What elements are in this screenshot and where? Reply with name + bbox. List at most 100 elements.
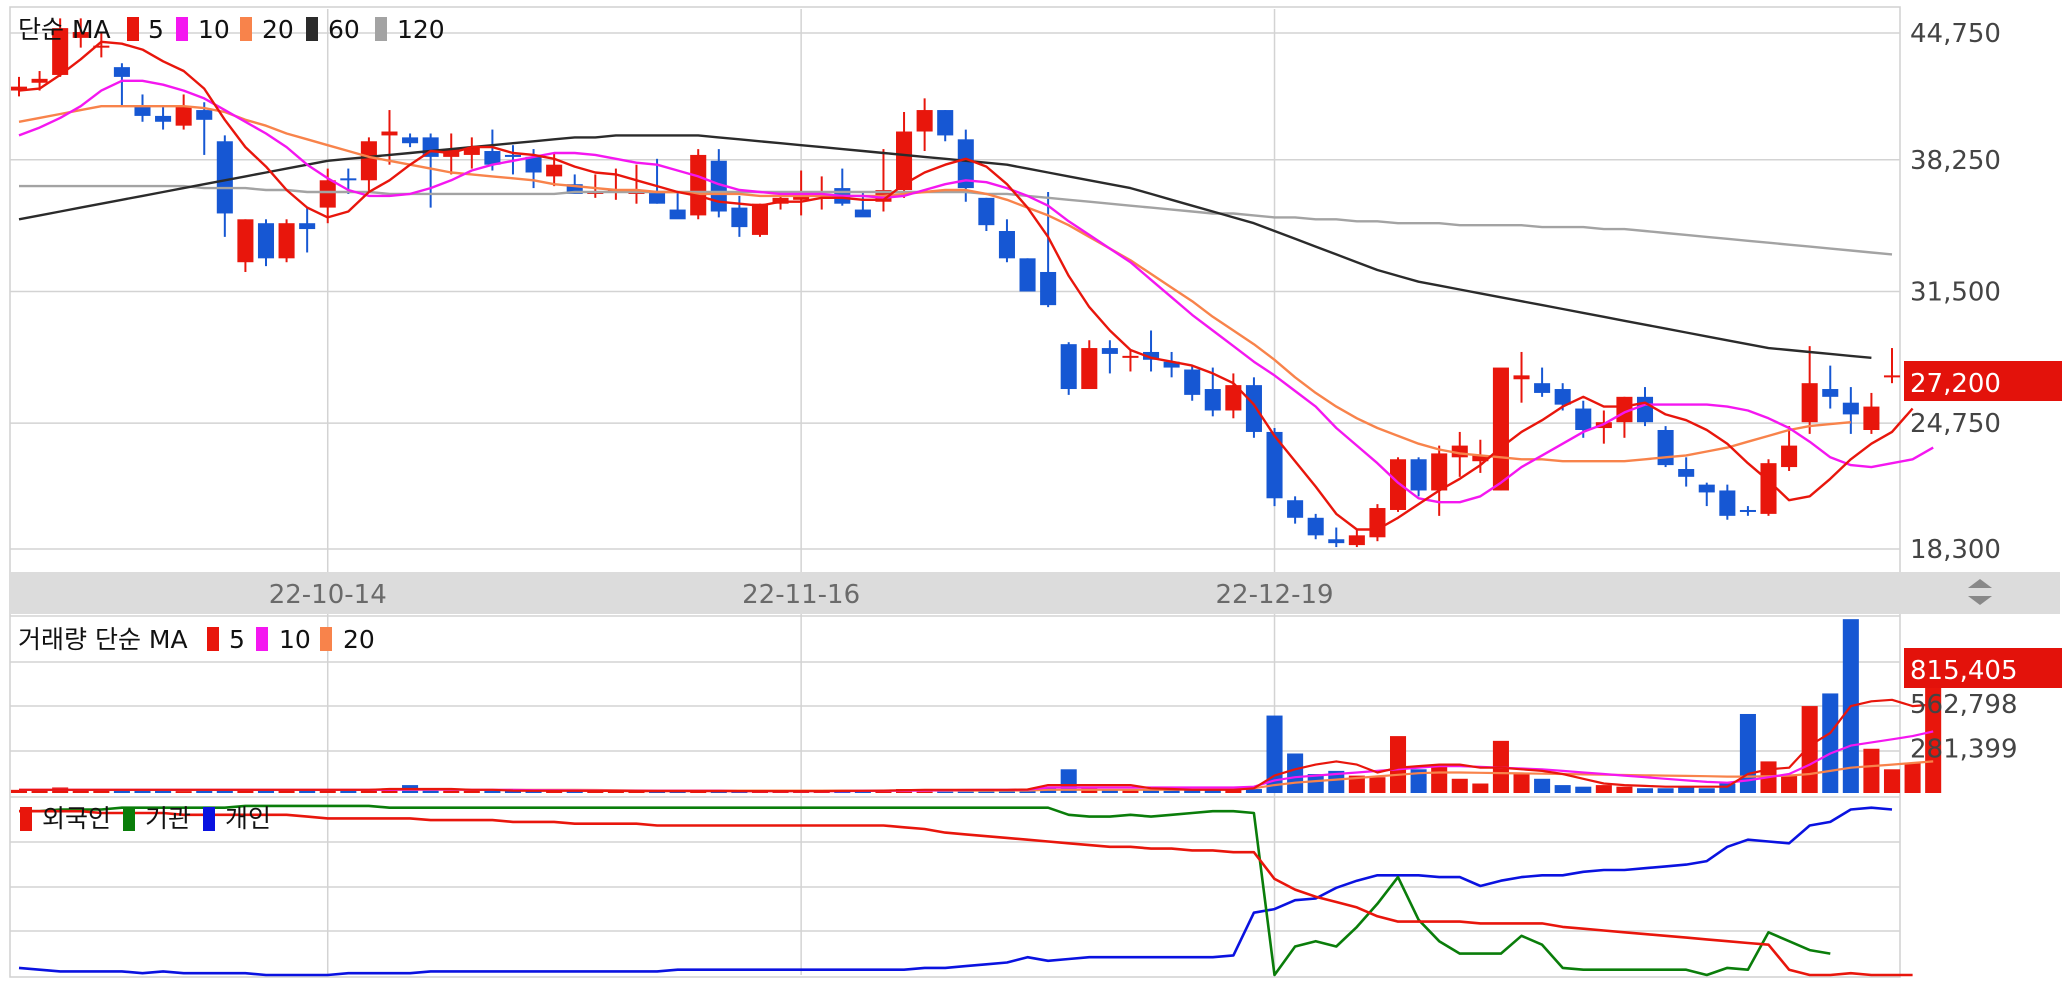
candle-body (1678, 469, 1695, 477)
ma5-swatch (127, 17, 139, 41)
candle-body (978, 197, 995, 226)
candle-body (1431, 453, 1448, 491)
candle-body (1348, 535, 1365, 546)
investor-grid (10, 796, 1900, 932)
vol-ma10-legend-label: 10 (279, 625, 311, 654)
stock-chart: 44,750 38,250 31,500 24,750 18,300 단순 MA 5 1… (9, 6, 2062, 978)
price-legend-prefix: 단순 MA (18, 15, 111, 44)
candle-body (1040, 271, 1057, 306)
vol-ma20-legend-label: 20 (343, 625, 375, 654)
candle-body (916, 110, 933, 132)
volume-bar (1451, 778, 1468, 793)
candle-body (1245, 385, 1262, 432)
candle-body (1575, 408, 1592, 430)
candle-body (937, 110, 954, 136)
candle-body (1369, 508, 1386, 538)
candle-body (1019, 258, 1036, 292)
volume-bar (340, 790, 357, 793)
vol-ma10-swatch (256, 627, 268, 651)
volume-bar (1698, 788, 1715, 793)
price-tick-label: 18,300 (1910, 535, 2001, 565)
candle-body (1719, 490, 1736, 516)
candle-body (196, 110, 213, 120)
ma5-line (18, 40, 1914, 531)
candle-body (1781, 445, 1798, 468)
candle-body (1307, 517, 1324, 536)
volume-bar (1883, 769, 1901, 793)
volume-bar (1554, 785, 1571, 793)
volume-bar (134, 790, 151, 793)
candle-body (1122, 355, 1139, 358)
candle-body (1287, 500, 1304, 518)
vol-ma5-legend-label: 5 (229, 625, 245, 654)
time-tick-label: 22-10-14 (269, 580, 387, 610)
volume-bar (1431, 764, 1448, 793)
price-series (10, 18, 1934, 548)
institution-legend-label: 기관 (145, 804, 191, 833)
volume-bar (1287, 753, 1304, 793)
candle-body (237, 219, 254, 263)
candle-body (1842, 402, 1859, 415)
candle-body (360, 141, 377, 181)
volume-bar (155, 790, 172, 793)
price-tick-label: 24,750 (1910, 409, 2001, 439)
volume-bar (175, 791, 192, 793)
candle-body (751, 203, 768, 235)
candle-body (1534, 383, 1551, 393)
investor-legend: 외국인 기관 개인 (20, 804, 271, 833)
volume-bar (1781, 775, 1798, 793)
price-legend: 단순 MA 5 10 20 60 120 (18, 15, 445, 44)
candle-body (649, 191, 666, 204)
ma10-swatch (176, 17, 188, 41)
volume-legend: 거래량 단순 MA 5 10 20 (18, 625, 375, 654)
candle-body (216, 141, 233, 214)
candle-body (1636, 396, 1654, 423)
individual-swatch (203, 807, 215, 831)
candle-body (1513, 375, 1530, 380)
current-price-badge: 27,200 (1904, 361, 2062, 401)
price-tick-label: 38,250 (1910, 146, 2001, 176)
candle-body (113, 67, 130, 77)
candle-body (1204, 389, 1221, 411)
volume-tick-label: 281,399 (1910, 735, 2018, 765)
ma60-line (18, 134, 1872, 359)
price-tick-label: 44,750 (1910, 19, 2001, 49)
candle-body (669, 209, 686, 220)
foreign-line (19, 809, 1913, 977)
volume-grid (10, 614, 1900, 975)
current-volume-badge: 815,405 (1904, 648, 2062, 688)
candle-body (854, 209, 871, 218)
candle-body (299, 223, 316, 230)
candle-body (278, 223, 295, 259)
volume-bar (1575, 786, 1592, 793)
volume-bar (1822, 693, 1839, 793)
current-volume-label: 815,405 (1910, 656, 2018, 686)
candle-body (1739, 509, 1756, 512)
candle-body (175, 106, 192, 126)
candle-body (546, 164, 563, 177)
candle-body (1801, 383, 1818, 423)
candle-body (1410, 459, 1427, 491)
ma60-legend-label: 60 (328, 15, 360, 44)
ma20-legend-label: 20 (262, 15, 294, 44)
candle-body (731, 207, 748, 228)
candle-body (1698, 484, 1715, 493)
candle-body (381, 131, 398, 136)
ma120-swatch (375, 17, 387, 41)
candle-body (525, 156, 542, 173)
time-tick-label: 22-12-19 (1216, 580, 1334, 610)
volume-bar (1534, 778, 1551, 793)
individual-legend-label: 개인 (225, 804, 271, 833)
ma120-legend-label: 120 (397, 15, 445, 44)
candle-body (402, 137, 419, 144)
vol-ma5-swatch (207, 627, 219, 651)
candle-body (1554, 389, 1571, 405)
price-grid (10, 9, 1900, 572)
candle-body (155, 115, 172, 122)
volume-bar (1636, 788, 1654, 793)
candle-body (1389, 459, 1407, 510)
candle-body (1184, 369, 1201, 395)
candle-body (1657, 429, 1674, 466)
volume-bar (1657, 788, 1674, 793)
ma120-line (19, 184, 1893, 256)
